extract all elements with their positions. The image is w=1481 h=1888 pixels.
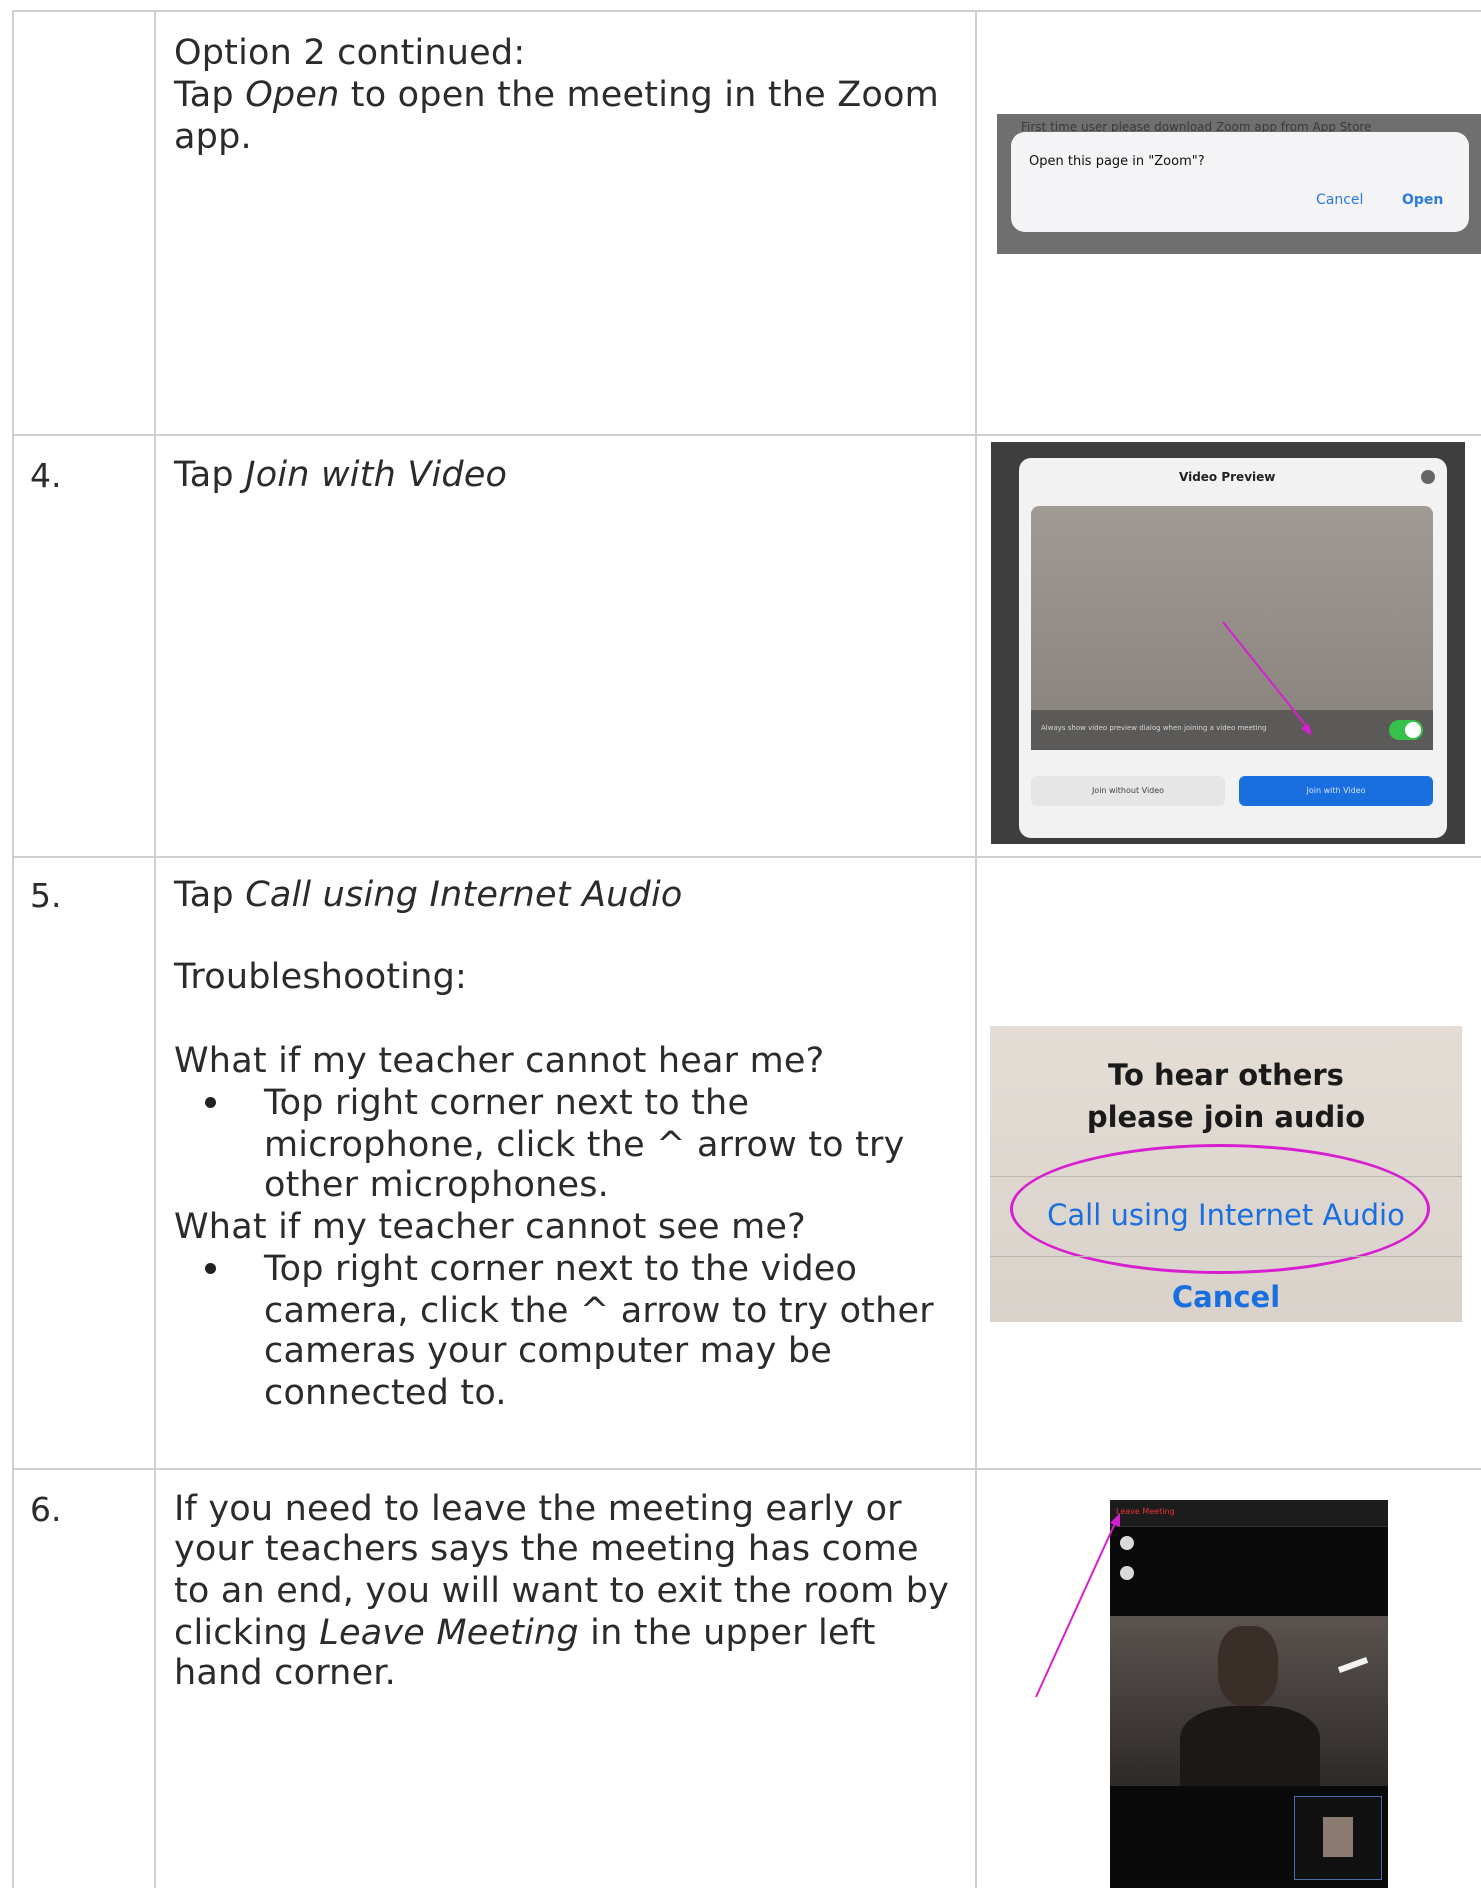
- meeting-screenshot: Leave Meeting: [1110, 1500, 1388, 1888]
- step-text-line: your teachers says the meeting has come: [174, 1529, 919, 1569]
- faq-answer-line: other microphones.: [264, 1165, 609, 1205]
- participant-video: [1110, 1616, 1388, 1786]
- step-number: 6.: [30, 1490, 62, 1529]
- faq-answer-line: Top right corner next to the: [264, 1083, 750, 1123]
- cancel-button[interactable]: Cancel: [1316, 192, 1363, 208]
- divider: [990, 1256, 1462, 1257]
- faq-answer-line: microphone, click the ^ arrow to try: [264, 1125, 905, 1165]
- step-emphasis: Join with Video: [245, 455, 508, 495]
- step-text-line: hand corner.: [174, 1653, 397, 1693]
- video-preview-screenshot: Video Preview Always show video preview …: [991, 442, 1465, 844]
- join-audio-title: To hear others: [1108, 1058, 1344, 1092]
- meeting-top-bar: Leave Meeting: [1110, 1500, 1388, 1527]
- open-in-zoom-screenshot: First time user please download Zoom app…: [997, 114, 1481, 254]
- table-row-divider-2: [12, 856, 1481, 858]
- pointer-arrow: [1035, 1513, 1120, 1698]
- step-text-line: Option 2 continued:: [174, 33, 526, 73]
- highlight-ellipse: [1010, 1144, 1430, 1274]
- open-button[interactable]: Open: [1402, 192, 1443, 208]
- step-text-line: Tap Call using Internet Audio: [174, 875, 683, 915]
- step-text-line: clicking Leave Meeting in the upper left: [174, 1613, 876, 1653]
- cancel-option[interactable]: Cancel: [990, 1280, 1462, 1314]
- bullet-icon: [205, 1263, 216, 1274]
- table-border-col2: [975, 10, 977, 1888]
- faq-answer-line: connected to.: [264, 1373, 507, 1413]
- faq-answer-line: cameras your computer may be: [264, 1331, 832, 1371]
- step-number: 4.: [30, 456, 62, 495]
- bullet-icon: [205, 1097, 216, 1108]
- faq-answer-line: Top right corner next to the video: [264, 1249, 858, 1289]
- step-text-line: app.: [174, 117, 252, 157]
- step-text-line: Tap Join with Video: [174, 455, 508, 495]
- join-audio-screenshot: To hear others please join audio Call us…: [990, 1026, 1462, 1322]
- table-border-top: [12, 10, 1481, 12]
- step-emphasis: Open: [245, 75, 340, 115]
- table-row-divider-1: [12, 434, 1481, 436]
- faq-answer-line: camera, click the ^ arrow to try other: [264, 1291, 934, 1331]
- join-audio-title: please join audio: [1086, 1100, 1366, 1134]
- step-number: 5.: [30, 876, 62, 915]
- step-text-line: Tap Open to open the meeting in the Zoom: [174, 75, 939, 115]
- step-emphasis: Call using Internet Audio: [245, 875, 683, 915]
- faq-question: What if my teacher cannot see me?: [174, 1207, 806, 1247]
- table-row-divider-3: [12, 1468, 1481, 1470]
- step-emphasis: Leave Meeting: [319, 1613, 579, 1653]
- faq-question: What if my teacher cannot hear me?: [174, 1041, 825, 1081]
- table-border-col1: [154, 10, 156, 1888]
- dialog-title: Open this page in "Zoom"?: [1029, 154, 1205, 169]
- pointer-arrow: [1222, 621, 1312, 736]
- open-dialog: Open this page in "Zoom"? Cancel Open: [1011, 132, 1469, 232]
- troubleshooting-heading: Troubleshooting:: [174, 957, 468, 997]
- step-text-line: If you need to leave the meeting early o…: [174, 1489, 902, 1529]
- table-border-left: [12, 10, 14, 1888]
- step-text-line: to an end, you will want to exit the roo…: [174, 1571, 950, 1611]
- self-view-thumbnail: [1294, 1796, 1382, 1880]
